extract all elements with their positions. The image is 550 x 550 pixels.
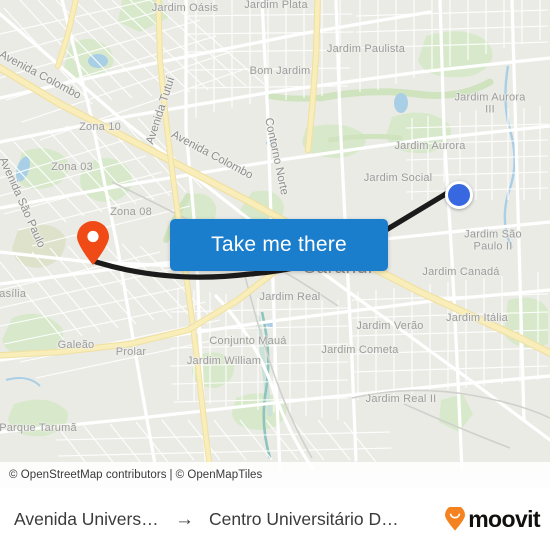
destination-marker[interactable] (445, 181, 473, 209)
arrow-right-icon: → (175, 508, 194, 530)
footer-origin-label[interactable]: Avenida Universal, ... (14, 509, 168, 530)
map-canvas[interactable]: Avenida Colombo Avenida Colombo Avenida … (0, 0, 550, 470)
moovit-pin-icon (445, 507, 466, 531)
moovit-trip-map-screen: Avenida Colombo Avenida Colombo Avenida … (0, 0, 550, 550)
moovit-wordmark: moovit (468, 505, 540, 532)
attribution-separator: | (169, 469, 173, 481)
footer-destination-label[interactable]: Centro Universitário De Mari... (209, 509, 401, 530)
map-attribution-bar: © OpenStreetMap contributors | © OpenMap… (0, 462, 550, 488)
take-me-there-button[interactable]: Take me there (170, 219, 388, 271)
attribution-osm[interactable]: © OpenStreetMap contributors (9, 469, 167, 481)
trip-footer-bar: Avenida Universal, ... → Centro Universi… (0, 488, 550, 550)
moovit-logo[interactable]: moovit (444, 505, 541, 533)
attribution-openmaptiles[interactable]: © OpenMapTiles (176, 469, 263, 481)
